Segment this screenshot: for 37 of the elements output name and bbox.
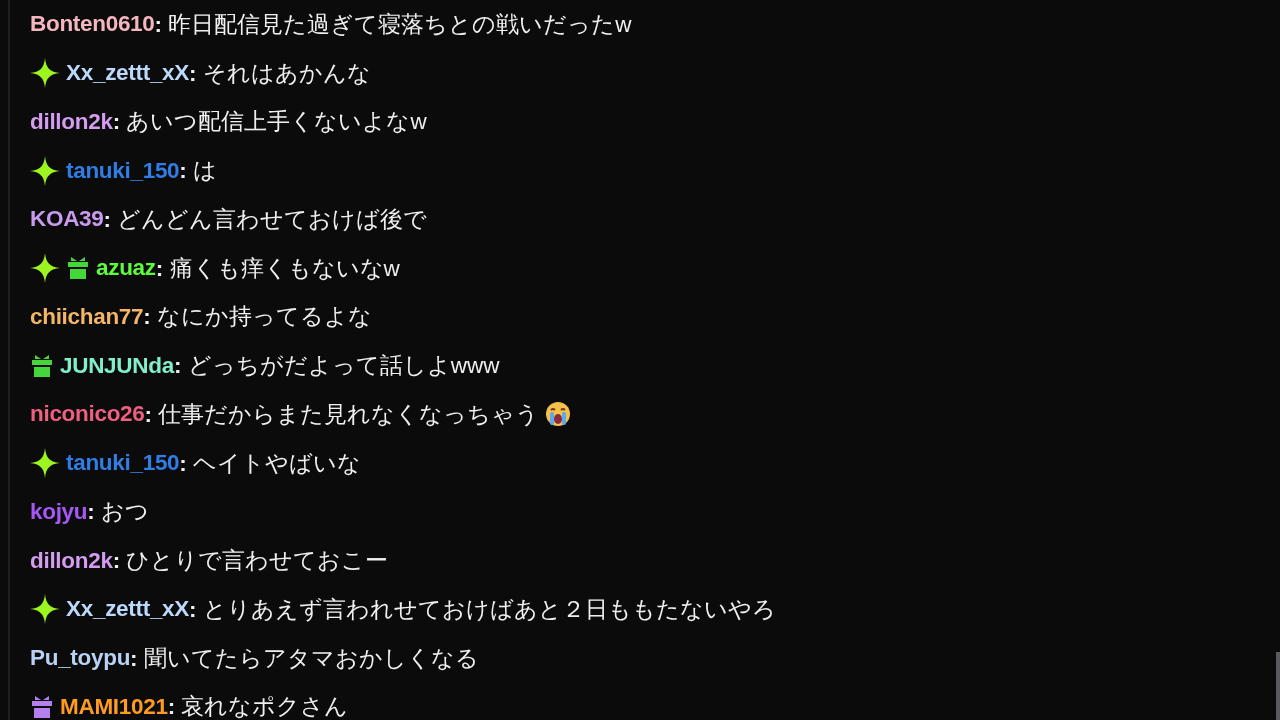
sparkle-badge-icon bbox=[30, 594, 60, 625]
chat-message: : なにか持ってるよな bbox=[143, 303, 373, 332]
username[interactable]: Bonten0610 bbox=[30, 11, 155, 38]
sparkle-badge-icon bbox=[30, 155, 60, 186]
username[interactable]: dillon2k bbox=[30, 108, 113, 135]
username[interactable]: dillon2k bbox=[30, 547, 113, 574]
sparkle-badge-icon bbox=[30, 58, 60, 89]
scrollbar[interactable] bbox=[1276, 652, 1280, 720]
chat-message: : 昨日配信見た過ぎて寝落ちとの戦いだったw bbox=[154, 10, 632, 39]
username[interactable]: Pu_toypu bbox=[30, 645, 131, 672]
chat-message: : 仕事だからまた見れなくなっちゃう bbox=[144, 400, 540, 429]
username[interactable]: KOA39 bbox=[30, 206, 104, 233]
chat-message: : とりあえず言われせておけばあと２日ももたないやろ bbox=[189, 595, 776, 624]
username[interactable]: Xx_zettt_xX bbox=[66, 60, 189, 87]
chat-message: : それはあかんな bbox=[189, 59, 371, 88]
chat-message: : ひとりで言わせておこー bbox=[112, 547, 389, 576]
username[interactable]: niconico26 bbox=[30, 401, 145, 428]
username[interactable]: kojyu bbox=[30, 498, 88, 525]
username[interactable]: MAMI1021 bbox=[60, 693, 168, 720]
username[interactable]: tanuki_150 bbox=[66, 450, 180, 477]
chat-message: : 哀れなポクさん bbox=[167, 693, 349, 720]
username[interactable]: tanuki_150 bbox=[66, 157, 180, 184]
sparkle-badge-icon bbox=[30, 253, 60, 284]
chat-message: : あいつ配信上手くないよなw bbox=[112, 108, 427, 137]
chat-message: : は bbox=[179, 157, 218, 186]
username[interactable]: azuaz bbox=[96, 255, 156, 282]
crying-face-icon bbox=[545, 401, 572, 428]
username[interactable]: chiichan77 bbox=[30, 303, 144, 330]
chat-message: : どんどん言わせておけば後で bbox=[103, 205, 428, 234]
chat-message: : おつ bbox=[87, 498, 150, 527]
chat-message: : ヘイトやばいな bbox=[179, 449, 362, 478]
sparkle-badge-icon bbox=[30, 448, 60, 479]
chat-message: : 痛くも痒くもないなw bbox=[155, 254, 400, 283]
chat-message: : どっちがだよって話しよwww bbox=[173, 352, 500, 381]
chat-message: : 聞いてたらアタマおかしくなる bbox=[130, 644, 479, 673]
username[interactable]: Xx_zettt_xX bbox=[66, 596, 189, 623]
username[interactable]: JUNJUNda bbox=[60, 352, 174, 379]
